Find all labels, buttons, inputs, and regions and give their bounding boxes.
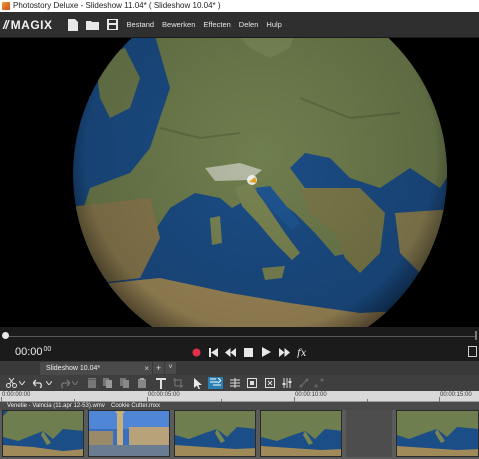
align-icon[interactable] (229, 377, 241, 389)
scrub-knob[interactable] (2, 332, 9, 339)
transport-bar: 00:0000 fx (0, 343, 479, 361)
video-preview[interactable] (0, 38, 479, 327)
add-tab-button[interactable]: + (153, 362, 164, 374)
project-tab-strip: Slideshow 10.04* × + ˅ (0, 361, 479, 375)
clip-thumbnail-image (175, 411, 255, 456)
clip-thumbnail-map-2[interactable] (174, 410, 256, 457)
new-document-icon[interactable] (66, 18, 80, 32)
undo-icon[interactable] (32, 377, 44, 389)
menu-bewerken[interactable]: Bewerken (162, 20, 195, 29)
tab-menu-button[interactable]: ˅ (165, 362, 176, 374)
globe-map-image (0, 38, 479, 327)
mixer-icon[interactable] (281, 377, 293, 389)
redo-icon[interactable] (58, 377, 70, 389)
undo-dropdown-icon[interactable] (45, 377, 53, 389)
timeline-toolbar (0, 375, 479, 391)
clip-label-venetie: Venetie - Valncia (11.apr 12-53).wmv (7, 403, 105, 409)
play-icon[interactable] (260, 346, 272, 358)
menu-hulp[interactable]: Hulp (266, 20, 281, 29)
frame-icon[interactable] (264, 377, 276, 389)
ruler-label: 00:00:10:00 (295, 392, 327, 398)
playback-scrubber[interactable] (0, 327, 479, 343)
group-icon[interactable] (246, 377, 258, 389)
timecode-main: 00:00 (15, 346, 43, 358)
record-icon[interactable] (190, 346, 202, 358)
tab-slideshow[interactable]: Slideshow 10.04* × (40, 362, 152, 375)
logo-text: MAGIX (10, 17, 53, 32)
ruler-label: 00:00:05:00 (148, 392, 180, 398)
svg-text:fx: fx (297, 348, 307, 358)
stop-icon[interactable] (242, 346, 254, 358)
crop-icon[interactable] (172, 377, 184, 389)
timeline-gap (346, 410, 392, 457)
menu-effecten[interactable]: Effecten (203, 20, 230, 29)
delete-icon[interactable] (86, 377, 98, 389)
scissors-dropdown-icon[interactable] (18, 377, 26, 389)
clip-thumbnail-image (3, 411, 83, 456)
scrub-end-marker (475, 331, 477, 340)
location-marker-icon (247, 175, 257, 185)
pointer-icon[interactable] (192, 377, 204, 389)
ruler-label: 0:00:00:00 (2, 392, 31, 398)
clip-thumbnail-map-4[interactable] (396, 410, 479, 457)
app-icon (2, 2, 10, 10)
tab-close-icon[interactable]: × (144, 362, 149, 375)
app-window: Photostory Deluxe - Slideshow 11.04* ( S… (0, 0, 479, 459)
paste-icon[interactable] (136, 377, 148, 389)
clip-label-cookie-cutter: Cookie Cutter.mxx (111, 403, 161, 409)
fullscreen-toggle-icon[interactable] (468, 346, 477, 357)
clip-label-bar: Venetie - Valncia (11.apr 12-53).wmv Coo… (0, 402, 479, 410)
redo-dropdown-icon[interactable] (71, 377, 79, 389)
fast-forward-icon[interactable] (278, 346, 290, 358)
menu-bar: // MAGIX Bestand Bewerken Effecten Delen… (0, 12, 479, 38)
clip-thumbnail-venice[interactable] (88, 410, 170, 457)
menu-delen[interactable]: Delen (239, 20, 259, 29)
save-icon[interactable] (106, 18, 120, 32)
title-bar: Photostory Deluxe - Slideshow 11.04* ( S… (0, 0, 479, 12)
clip-thumbnail-image (397, 411, 478, 456)
unlink-icon[interactable] (313, 377, 325, 389)
timecode-frames: 00 (43, 346, 52, 353)
scissors-icon[interactable] (5, 377, 17, 389)
link-icon[interactable] (298, 377, 310, 389)
clip-thumbnail-image (261, 411, 341, 456)
skip-to-start-icon[interactable] (207, 346, 219, 358)
ripple-mode-icon[interactable] (208, 377, 223, 389)
clip-thumbnail-map[interactable] (2, 410, 84, 457)
folder-icon[interactable] (86, 18, 100, 32)
ruler-label: 00:00:15:00 (440, 392, 472, 398)
fx-icon[interactable]: fx (297, 346, 309, 358)
window-title: Photostory Deluxe - Slideshow 11.04* ( S… (13, 1, 221, 10)
copy-icon[interactable] (102, 377, 114, 389)
menu-bestand[interactable]: Bestand (127, 20, 155, 29)
clip-thumbnail-image (89, 411, 169, 456)
cut-icon[interactable] (119, 377, 131, 389)
rewind-icon[interactable] (224, 346, 236, 358)
tab-label: Slideshow 10.04* (46, 365, 101, 372)
video-track: Venetie - Valncia (11.apr 12-53).wmv Coo… (0, 402, 479, 459)
magix-logo: // MAGIX (3, 18, 53, 32)
timeline-ruler[interactable]: 0:00:00:00 00:00:05:00 00:00:10:00 00:00… (0, 391, 479, 402)
scrub-track[interactable] (6, 336, 475, 337)
text-icon[interactable] (155, 377, 167, 389)
clip-thumbnail-map-3[interactable] (260, 410, 342, 457)
timecode-display: 00:0000 (15, 346, 51, 358)
logo-mark: // (3, 17, 9, 32)
